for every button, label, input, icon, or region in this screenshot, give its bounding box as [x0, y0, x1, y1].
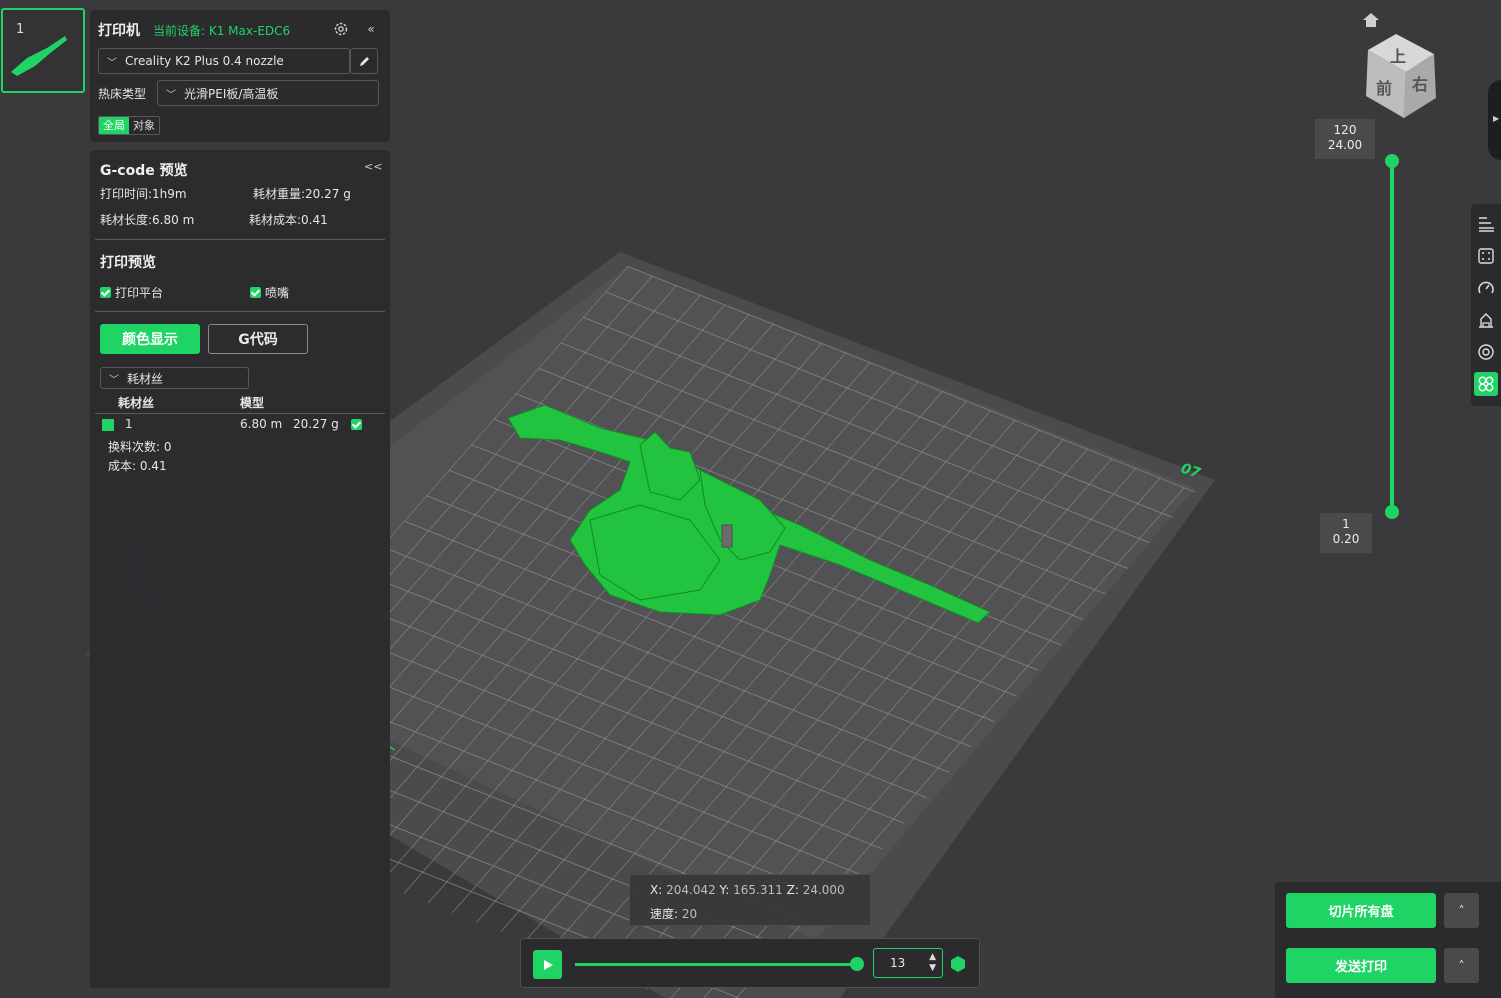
move-value: 13	[890, 956, 906, 970]
printer-panel: 打印机 当前设备: K1 Max-EDC6 « ﹀ Creality K2 Pl…	[90, 10, 390, 142]
col-model-header: 模型	[240, 396, 265, 410]
collapse-panel-icon[interactable]: «	[362, 20, 380, 38]
filament-cost: 耗材成本:0.41	[249, 213, 328, 227]
xyz-line: X: 204.042 Y: 165.311 Z: 24.000	[650, 883, 845, 897]
printer-profile-value: Creality K2 Plus 0.4 nozzle	[125, 54, 284, 68]
view-cube-top: 上	[1390, 47, 1406, 66]
filament-color-swatch[interactable]	[102, 419, 114, 431]
print-time: 打印时间:1h9m	[100, 187, 187, 201]
action-panel: 切片所有盘 ˄ 发送打印 ˄	[1275, 882, 1501, 998]
plate-thumbnail-image	[11, 36, 67, 76]
show-nozzle-label: 喷嘴	[265, 286, 290, 300]
gcode-preview-title: G-code 预览	[100, 163, 188, 179]
checkbox-checked-icon	[351, 419, 362, 430]
view-cube-right: 右	[1412, 75, 1428, 94]
scope-object-button[interactable]: 对象	[129, 117, 159, 134]
position-readout: X: 204.042 Y: 165.311 Z: 24.000 速度: 20	[629, 874, 871, 926]
divider	[95, 413, 385, 414]
speed-label: 速度:	[650, 907, 679, 921]
layer-slider-top-handle[interactable]	[1385, 154, 1399, 168]
view-mode-value: 耗材丝	[127, 371, 164, 386]
move-slider-handle[interactable]	[850, 957, 864, 971]
col-filament-header: 耗材丝	[118, 396, 155, 410]
top-layer-label: 120 24.00	[1315, 119, 1375, 159]
bed-type-select[interactable]: ﹀ 光滑PEI板/高温板	[157, 80, 379, 106]
move-stepper[interactable]: 13 ▲ ▼	[873, 948, 943, 978]
checkbox-checked-icon	[100, 287, 111, 298]
play-button[interactable]	[533, 950, 562, 979]
speed-gauge-icon[interactable]	[1474, 276, 1498, 300]
gcode-tab[interactable]: G代码	[208, 324, 308, 354]
top-layer-height: 24.00	[1327, 138, 1363, 152]
edit-pencil-icon[interactable]	[350, 48, 378, 74]
scope-toggle: 全局 对象	[98, 116, 160, 135]
filament-spool-icon[interactable]	[1474, 340, 1498, 364]
bottom-layer-number: 1	[1342, 517, 1350, 531]
current-device: 当前设备: K1 Max-EDC6	[153, 24, 291, 38]
playback-bar: 13 ▲ ▼	[520, 938, 980, 988]
view-cube-front: 前	[1376, 79, 1392, 98]
show-platform-checkbox[interactable]: 打印平台	[100, 284, 163, 301]
z-label: Z:	[786, 883, 799, 897]
view-cube[interactable]: 上 前 右	[1362, 32, 1442, 122]
scope-global-button[interactable]: 全局	[99, 117, 129, 134]
printer-profile-select[interactable]: ﹀ Creality K2 Plus 0.4 nozzle	[98, 48, 350, 74]
play-icon	[543, 959, 553, 970]
collapse-gcode-icon[interactable]: <<	[364, 160, 382, 173]
send-print-button[interactable]: 发送打印	[1286, 948, 1436, 983]
hexagon-color-icon[interactable]	[949, 955, 967, 973]
x-label: X:	[650, 883, 663, 897]
show-nozzle-checkbox[interactable]: 喷嘴	[250, 284, 289, 301]
view-mode-select[interactable]: ﹀ 耗材丝	[100, 367, 249, 389]
plate-thumbnail[interactable]: 1	[1, 8, 85, 93]
bed-type-label: 热床类型	[98, 87, 147, 101]
bottom-layer-height: 0.20	[1332, 532, 1360, 546]
arrange-icon[interactable]	[1474, 372, 1498, 396]
speed-line: 速度: 20	[650, 905, 697, 922]
chevron-down-icon: ﹀	[107, 57, 117, 69]
x-value: 204.042	[666, 883, 716, 897]
divider	[95, 239, 385, 240]
gear-icon[interactable]	[331, 19, 351, 39]
home-icon[interactable]	[1360, 10, 1382, 30]
support-icon[interactable]	[1474, 308, 1498, 332]
slice-all-button[interactable]: 切片所有盘	[1286, 893, 1436, 928]
slice-options-caret-icon[interactable]: ˄	[1444, 893, 1479, 928]
grid-view-icon[interactable]	[1474, 244, 1498, 268]
print-preview-title: 打印预览	[100, 255, 156, 271]
divider	[95, 311, 385, 312]
checkbox-checked-icon	[250, 287, 261, 298]
layer-list-icon[interactable]	[1474, 212, 1498, 236]
side-drawer-handle[interactable]: ▶	[1488, 80, 1501, 160]
color-display-tab[interactable]: 颜色显示	[100, 324, 200, 354]
filament-visible-checkbox[interactable]	[351, 419, 366, 430]
y-label: Y:	[719, 883, 730, 897]
total-cost: 成本: 0.41	[108, 459, 167, 473]
layer-slider-track[interactable]	[1390, 161, 1394, 512]
filament-id: 1	[125, 417, 133, 431]
chevron-down-icon: ﹀	[109, 374, 119, 386]
show-platform-label: 打印平台	[115, 286, 164, 300]
bed-type-value: 光滑PEI板/高温板	[184, 86, 279, 101]
filament-row-weight: 20.27 g	[293, 417, 339, 431]
gcode-preview-panel: G-code 预览 << 打印时间:1h9m 耗材重量:20.27 g 耗材长度…	[90, 150, 390, 988]
arrow-right-icon: ▶	[1493, 114, 1500, 123]
filament-weight: 耗材重量:20.27 g	[253, 187, 351, 201]
move-slider-track[interactable]	[575, 963, 859, 966]
printer-title: 打印机	[98, 23, 140, 39]
bottom-layer-label: 1 0.20	[1320, 513, 1372, 553]
chevron-down-icon: ﹀	[166, 89, 176, 101]
layer-slider-bottom-handle[interactable]	[1385, 505, 1399, 519]
z-value: 24.000	[802, 883, 845, 897]
print-options-caret-icon[interactable]: ˄	[1444, 948, 1479, 983]
filament-row-length: 6.80 m	[240, 417, 283, 431]
swap-count: 换料次数: 0	[108, 440, 172, 454]
top-layer-number: 120	[1333, 123, 1357, 137]
y-value: 165.311	[733, 883, 783, 897]
stepper-arrows-icon[interactable]: ▲ ▼	[929, 952, 936, 974]
speed-value: 20	[681, 907, 698, 921]
right-toolbar	[1471, 204, 1501, 406]
filament-length: 耗材长度:6.80 m	[100, 213, 195, 227]
